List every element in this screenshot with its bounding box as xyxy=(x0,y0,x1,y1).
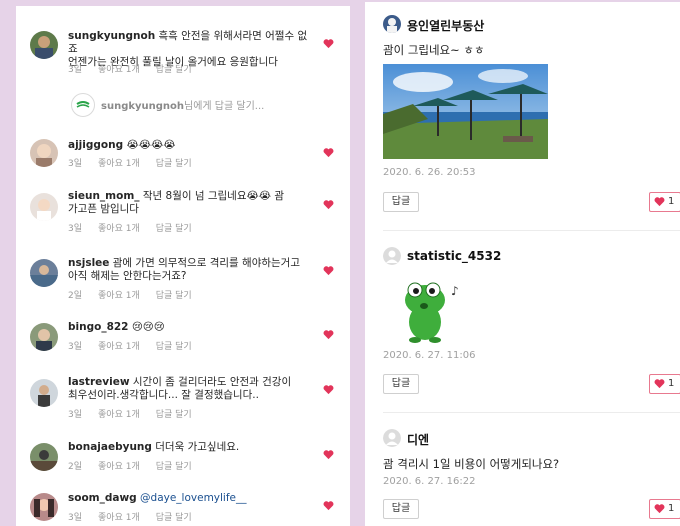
heart-icon[interactable] xyxy=(323,449,334,460)
post-image[interactable] xyxy=(383,64,548,159)
comment-likes[interactable]: 좋아요 1개 xyxy=(98,462,140,472)
comment-text: lastreview 시간이 좀 걸리더라도 안전과 건강이 최우선이라.생각합… xyxy=(68,376,292,401)
heart-icon xyxy=(654,379,665,389)
heart-icon[interactable] xyxy=(323,500,334,511)
posts-panel: 용인열린부동산 괌이 그립네요~ ㅎㅎ 2020. 6. 26. 20:53 답… xyxy=(365,2,680,526)
like-count: 1 xyxy=(668,503,675,514)
comment-text: nsjslee 괌에 가면 의무적으로 격리를 해야하는거고 아직 해제는 안한… xyxy=(68,257,300,282)
reply-link[interactable]: 답글 달기 xyxy=(156,159,192,169)
comment-meta: 3일 좋아요 1개 답글 달기 xyxy=(68,407,208,420)
comment-text: sieun_mom_ 작년 8월이 넘 그립네요😭😭 괌 가고픈 밤입니다 xyxy=(68,190,285,215)
like-button[interactable]: 1 xyxy=(649,374,680,394)
like-button[interactable]: 1 xyxy=(649,499,680,519)
brand-logo-icon xyxy=(71,93,95,117)
comment-username[interactable]: bingo_822 xyxy=(68,321,129,333)
comment-time: 3일 xyxy=(68,159,83,169)
post-author[interactable]: statistic_4532 xyxy=(407,249,501,263)
comment-time: 2일 xyxy=(68,291,83,301)
default-profile-icon[interactable] xyxy=(383,247,401,265)
comment-likes[interactable]: 좋아요 1개 xyxy=(98,410,140,420)
reply-link[interactable]: 답글 달기 xyxy=(156,513,192,523)
comment-text: soom_dawg @daye_lovemylife__ xyxy=(68,492,308,505)
comment-username[interactable]: ajjiggong xyxy=(68,139,123,151)
heart-icon[interactable] xyxy=(323,384,334,395)
comment-username[interactable]: nsjslee xyxy=(68,257,109,269)
post-date: 2020. 6. 27. 11:06 xyxy=(383,350,476,361)
divider xyxy=(383,230,680,231)
comment-time: 3일 xyxy=(68,65,83,75)
reply-placeholder[interactable]: sungkyungnoh님에게 답글 달기... xyxy=(101,97,264,112)
reply-link[interactable]: 답글 달기 xyxy=(156,65,192,75)
comment-username[interactable]: sungkyungnoh xyxy=(68,30,155,42)
avatar[interactable] xyxy=(30,323,58,351)
comments-panel: sungkyungnoh 흑흑 안전을 위해서라면 어쩔수 없죠 언젠가는 완전… xyxy=(16,6,350,526)
comment-likes[interactable]: 좋아요 1개 xyxy=(98,342,140,352)
mention-link[interactable]: @daye_lovemylife__ xyxy=(137,492,246,504)
comment-likes[interactable]: 좋아요 1개 xyxy=(98,65,140,75)
post-date: 2020. 6. 26. 20:53 xyxy=(383,167,476,178)
heart-icon xyxy=(654,197,665,207)
reply-link[interactable]: 답글 달기 xyxy=(156,462,192,472)
comment-likes[interactable]: 좋아요 1개 xyxy=(98,159,140,169)
avatar[interactable] xyxy=(30,259,58,287)
comment-meta: 3일 좋아요 1개 답글 달기 xyxy=(68,221,208,234)
comment-meta: 2일 좋아요 1개 답글 달기 xyxy=(68,459,208,472)
reply-link[interactable]: 답글 달기 xyxy=(156,410,192,420)
post-body: 괌이 그립네요~ ㅎㅎ xyxy=(383,43,485,57)
comment-time: 3일 xyxy=(68,513,83,523)
comment-time: 2일 xyxy=(68,462,83,472)
comment-likes[interactable]: 좋아요 1개 xyxy=(98,291,140,301)
post-author[interactable]: 디엔 xyxy=(407,431,429,448)
default-profile-icon[interactable] xyxy=(383,429,401,447)
avatar[interactable] xyxy=(30,31,58,59)
divider xyxy=(383,412,680,413)
avatar[interactable] xyxy=(30,493,58,521)
heart-icon[interactable] xyxy=(323,199,334,210)
avatar[interactable] xyxy=(30,193,58,221)
comment-username[interactable]: lastreview xyxy=(68,376,130,388)
comment-username[interactable]: soom_dawg xyxy=(68,492,137,504)
comment-text: bonajaebyung 더더욱 가고싶네요. xyxy=(68,441,240,453)
music-note-icon: ♪ xyxy=(451,284,459,298)
heart-icon[interactable] xyxy=(323,265,334,276)
heart-icon[interactable] xyxy=(323,329,334,340)
comment-username[interactable]: sieun_mom_ xyxy=(68,190,140,202)
post-author[interactable]: 용인열린부동산 xyxy=(407,17,484,34)
comment-meta: 3일 좋아요 1개 답글 달기 xyxy=(68,156,208,169)
reply-link[interactable]: 답글 달기 xyxy=(156,291,192,301)
comment-time: 3일 xyxy=(68,224,83,234)
avatar[interactable] xyxy=(30,379,58,407)
reply-link[interactable]: 답글 달기 xyxy=(156,342,192,352)
comment-text: ajjiggong 😭😭😭😭 xyxy=(68,139,176,151)
reply-input[interactable]: sungkyungnoh님에게 답글 달기... xyxy=(71,93,331,121)
comment-time: 3일 xyxy=(68,342,83,352)
comment-meta: 3일 좋아요 1개 답글 달기 xyxy=(68,62,208,75)
comment-username[interactable]: bonajaebyung xyxy=(68,441,152,453)
heart-icon xyxy=(654,504,665,514)
avatar[interactable] xyxy=(383,15,401,33)
reply-link[interactable]: 답글 달기 xyxy=(156,224,192,234)
comment-meta: 3일 좋아요 1개 답글 달기 xyxy=(68,339,208,352)
heart-icon[interactable] xyxy=(323,147,334,158)
post-body: 괌 격리시 1일 비용이 어떻게되나요? xyxy=(383,457,560,471)
like-count: 1 xyxy=(668,196,675,207)
reply-button[interactable]: 답글 xyxy=(383,499,419,519)
comment-time: 3일 xyxy=(68,410,83,420)
comment-meta: 3일 좋아요 1개 답글 달기 xyxy=(68,510,208,523)
like-count: 1 xyxy=(668,378,675,389)
avatar[interactable] xyxy=(30,443,58,471)
avatar[interactable] xyxy=(30,139,58,167)
comment-likes[interactable]: 좋아요 1개 xyxy=(98,513,140,523)
like-button[interactable]: 1 xyxy=(649,192,680,212)
heart-icon[interactable] xyxy=(323,38,334,49)
post-date: 2020. 6. 27. 16:22 xyxy=(383,476,476,487)
comment-meta: 2일 좋아요 1개 답글 달기 xyxy=(68,288,208,301)
reply-button[interactable]: 답글 xyxy=(383,374,419,394)
reply-button[interactable]: 답글 xyxy=(383,192,419,212)
comment-likes[interactable]: 좋아요 1개 xyxy=(98,224,140,234)
comment-text: bingo_822 😢😢😢 xyxy=(68,321,165,333)
